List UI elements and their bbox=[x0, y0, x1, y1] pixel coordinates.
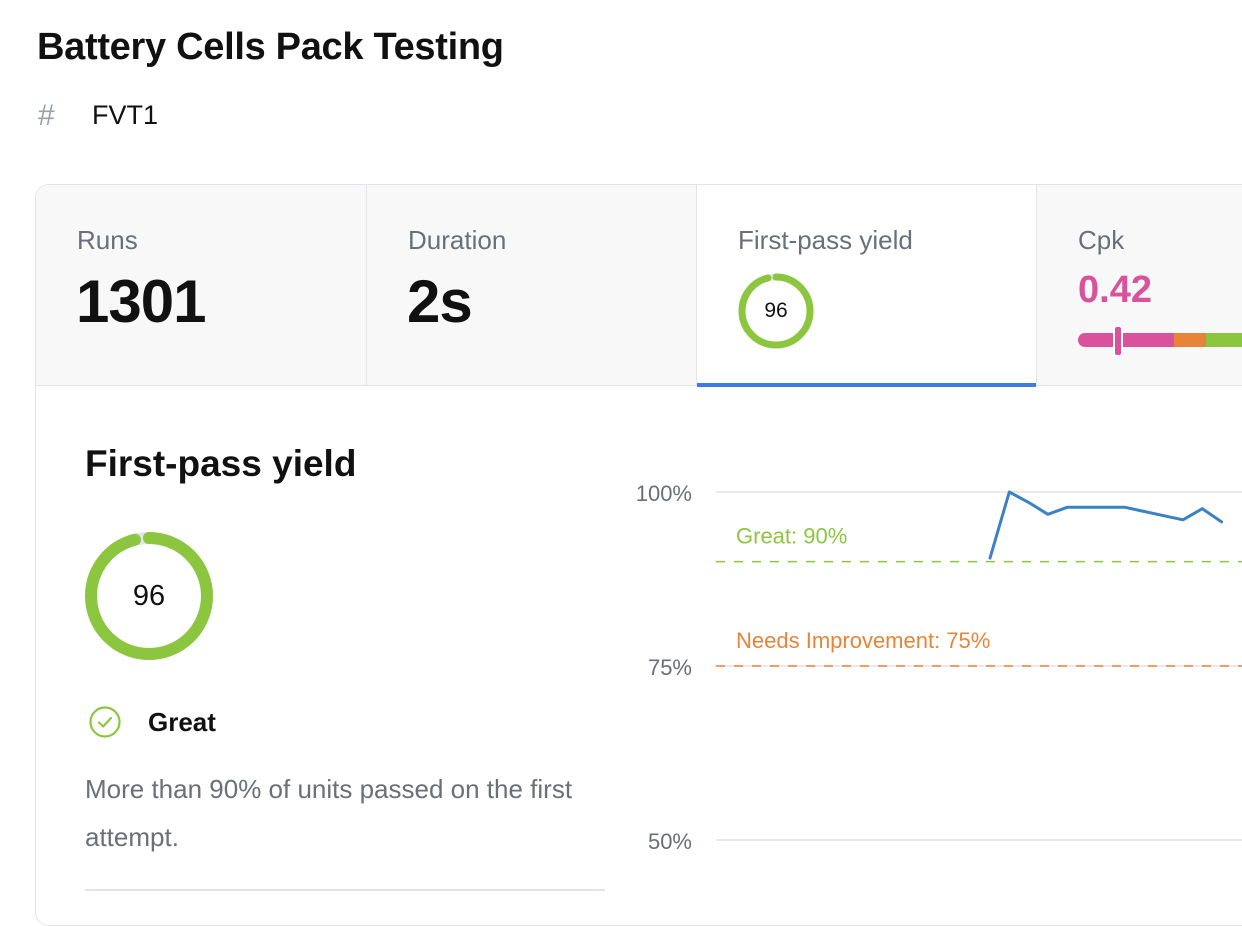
page-title: Battery Cells Pack Testing bbox=[37, 26, 504, 68]
status-description: More than 90% of units passed on the fir… bbox=[85, 774, 573, 852]
tab-cpk[interactable]: Cpk 0.42 bbox=[1037, 185, 1242, 385]
tab-duration[interactable]: Duration 2s bbox=[367, 185, 697, 385]
yield-value: 96 bbox=[132, 579, 166, 612]
runs-label: Runs bbox=[77, 225, 138, 255]
series-line bbox=[988, 490, 1224, 560]
cpk-label: Cpk bbox=[1078, 225, 1125, 255]
hash-icon: # bbox=[38, 98, 55, 132]
cpk-scale-bar bbox=[1078, 333, 1242, 347]
cpk-value: 0.42 bbox=[1078, 269, 1152, 311]
station-label: FVT1 bbox=[92, 100, 159, 130]
threshold-label: Needs Improvement: 75% bbox=[736, 628, 990, 653]
active-tab-indicator bbox=[697, 383, 1036, 387]
detail-title: First-pass yield bbox=[85, 443, 357, 484]
tab-first-pass-yield[interactable]: First-pass yield 96 bbox=[697, 185, 1037, 387]
detail-divider bbox=[85, 889, 605, 891]
check-circle-icon bbox=[89, 706, 121, 738]
duration-label: Duration bbox=[408, 225, 507, 255]
first-pass-yield-tab-label: First-pass yield bbox=[738, 225, 913, 255]
tab-runs[interactable]: Runs 1301 bbox=[36, 185, 367, 385]
yield-trend-chart: 100% 75% 50% Great: 90% Needs Improvement: 7… bbox=[636, 481, 1242, 854]
duration-value: 2s bbox=[407, 268, 473, 335]
y-tick-label: 50% bbox=[648, 829, 692, 854]
cpk-marker bbox=[1113, 326, 1123, 356]
status-label: Great bbox=[148, 706, 216, 737]
status-row: Great bbox=[88, 705, 216, 739]
y-tick-label: 75% bbox=[648, 655, 692, 680]
small-yield-value: 96 bbox=[764, 299, 788, 322]
station-line: # FVT1 bbox=[38, 100, 158, 131]
metric-tabs: Runs 1301 Duration 2s First-pass yield 9… bbox=[36, 185, 1242, 387]
runs-value: 1301 bbox=[76, 268, 206, 335]
threshold-label: Great: 90% bbox=[736, 524, 847, 549]
y-tick-label: 100% bbox=[636, 481, 692, 506]
metrics-card: Runs 1301 Duration 2s First-pass yield 9… bbox=[35, 184, 1242, 926]
